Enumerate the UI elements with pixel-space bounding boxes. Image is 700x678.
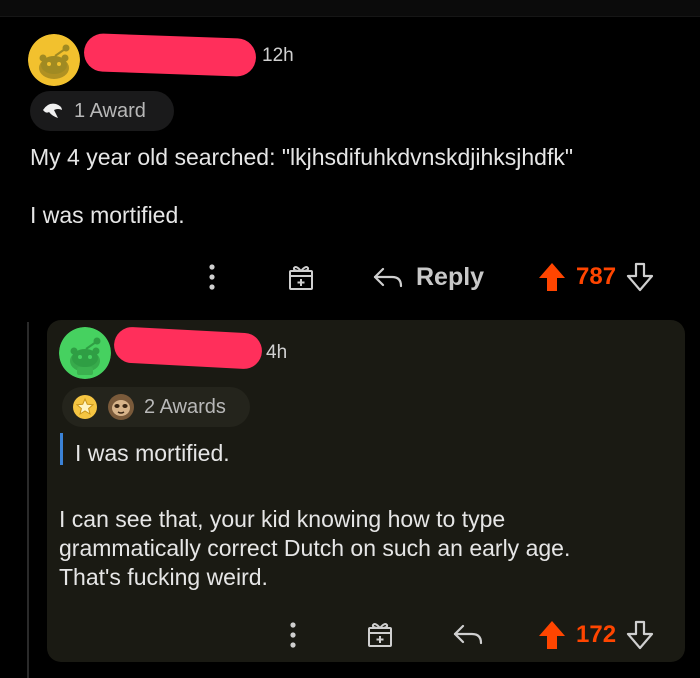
comment-time: 12h [262, 45, 294, 66]
reply-line: grammatically correct Dutch on such an e… [59, 535, 571, 561]
reply-label: Reply [416, 262, 485, 291]
reply-button[interactable]: Reply [372, 260, 484, 294]
more-options-icon[interactable] [281, 621, 305, 649]
awards-badge[interactable]: 2 Awards [62, 387, 250, 427]
award-icon [40, 100, 66, 122]
status-bar [0, 0, 700, 17]
user-avatar[interactable] [59, 327, 111, 379]
comment-body: My 4 year old searched: "lkjhsdifuhkdvns… [30, 143, 573, 230]
reply-arrow-icon [452, 622, 484, 646]
gift-award-icon[interactable] [364, 618, 396, 650]
gift-award-icon[interactable] [285, 261, 317, 293]
score: 787 [576, 263, 617, 290]
sloth-award-icon [106, 392, 136, 422]
downvote-icon[interactable] [626, 262, 654, 292]
comment-line: I was mortified. [30, 202, 185, 228]
thread-line[interactable] [27, 322, 29, 678]
vote-control: 172 [538, 618, 670, 652]
comment-line: My 4 year old searched: "lkjhsdifuhkdvns… [30, 144, 574, 170]
redacted-username[interactable] [83, 33, 257, 77]
reply-button[interactable] [451, 620, 485, 648]
more-options-icon[interactable] [200, 263, 224, 291]
quote-text: I was mortified. [75, 440, 230, 466]
reply-card [47, 320, 685, 662]
reply-time: 4h [266, 342, 288, 363]
downvote-icon[interactable] [626, 620, 654, 650]
vote-control: 787 [538, 260, 670, 294]
user-avatar[interactable] [28, 34, 80, 86]
awards-badge[interactable]: 1 Award [30, 91, 174, 131]
star-award-icon [72, 394, 98, 420]
upvote-icon[interactable] [538, 620, 566, 650]
award-count: 1 Award [74, 99, 146, 122]
score: 172 [576, 621, 617, 648]
redacted-username[interactable] [113, 326, 263, 370]
award-count: 2 Awards [144, 395, 226, 418]
reply-line: I can see that, your kid knowing how to … [59, 506, 506, 532]
reply-body: I can see that, your kid knowing how to … [59, 505, 570, 592]
quote-bar [60, 433, 63, 465]
upvote-icon[interactable] [538, 262, 566, 292]
reply-arrow-icon [372, 265, 404, 289]
reply-line: That's fucking weird. [59, 564, 268, 590]
